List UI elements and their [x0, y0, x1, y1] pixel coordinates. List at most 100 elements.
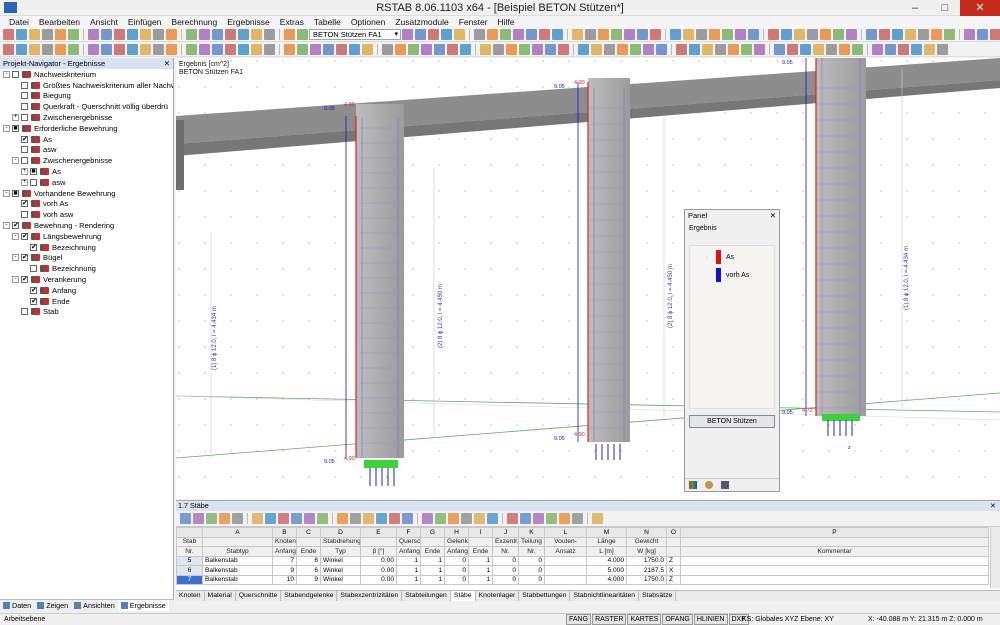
toolbar-tool-icon[interactable] — [768, 29, 779, 40]
toolbar-tool-icon[interactable] — [428, 29, 439, 40]
table-tab-10[interactable]: Stabsätze — [639, 591, 677, 601]
tree-checkbox[interactable]: ✔ — [30, 243, 37, 251]
table-tool-icon[interactable] — [461, 513, 472, 524]
toolbar-tool-icon[interactable] — [643, 44, 654, 55]
menu-9[interactable]: Zusatzmodule — [390, 17, 453, 27]
toolbar-tool-icon[interactable] — [55, 44, 66, 55]
expand-toggle-icon[interactable]: + — [12, 114, 19, 122]
table-header-row[interactable]: Nr. Stabtyp Anfang Ende Typ β [°] Anfang Ende An… — [176, 546, 989, 557]
toolbar-tool-icon[interactable] — [238, 44, 249, 55]
toolbar-tool-icon[interactable] — [526, 29, 537, 40]
tree-checkbox[interactable] — [21, 103, 28, 111]
table-tab-5[interactable]: Stabteilungen — [402, 591, 451, 601]
toolbar-tool-icon[interactable] — [323, 44, 334, 55]
toolbar-tool-icon[interactable] — [264, 44, 275, 55]
toolbar-tool-icon[interactable] — [251, 29, 262, 40]
toolbar-tool-icon[interactable] — [199, 44, 210, 55]
tree-checkbox[interactable] — [21, 157, 28, 165]
toolbar-tool-icon[interactable] — [833, 29, 844, 40]
tree-checkbox[interactable]: ✔ — [30, 286, 37, 294]
toolbar-tool-icon[interactable] — [689, 44, 700, 55]
expand-toggle-icon[interactable]: - — [3, 124, 10, 132]
table-cell[interactable]: Balkenstab — [202, 565, 273, 576]
toolbar-tool-icon[interactable] — [434, 44, 445, 55]
toolbar-tool-icon[interactable] — [852, 44, 863, 55]
table-tool-icon[interactable] — [389, 513, 400, 524]
table-cell[interactable] — [680, 555, 989, 566]
navigator-tab-0[interactable]: Daten — [0, 600, 34, 611]
table-tool-icon[interactable] — [193, 513, 204, 524]
toolbar-tool-icon[interactable] — [415, 29, 426, 40]
table-cell[interactable]: 1 — [468, 574, 493, 585]
tree-checkbox[interactable]: ✔ — [21, 276, 28, 284]
table-tab-7[interactable]: Knotenlager — [476, 591, 520, 601]
table-cell[interactable]: 10 — [272, 574, 297, 585]
tree-item[interactable]: - ✔ Bügel — [0, 253, 173, 264]
tree-checkbox[interactable]: ✔ — [21, 254, 28, 262]
toolbar-tool-icon[interactable] — [572, 29, 583, 40]
toolbar-tool-icon[interactable] — [918, 29, 929, 40]
close-button[interactable]: ✕ — [960, 0, 1000, 16]
table-tool-icon[interactable] — [435, 513, 446, 524]
navigator-close-icon[interactable]: ✕ — [164, 58, 173, 69]
toolbar-tool-icon[interactable] — [696, 29, 707, 40]
status-toggle-3[interactable]: OFANG — [662, 614, 693, 625]
table-cell[interactable]: 9 — [296, 574, 321, 585]
tree-item[interactable]: Stab — [0, 307, 173, 318]
toolbar-tool-icon[interactable] — [670, 29, 681, 40]
tree-checkbox[interactable] — [21, 211, 28, 219]
table-cell[interactable]: 9 — [272, 565, 297, 576]
expand-toggle-icon[interactable]: + — [21, 168, 28, 176]
table-cell[interactable]: 1 — [396, 555, 421, 566]
table-tool-icon[interactable] — [337, 513, 348, 524]
menu-1[interactable]: Bearbeiten — [34, 17, 85, 27]
toolbar-tool-icon[interactable] — [937, 44, 948, 55]
toolbar-tool-icon[interactable] — [454, 29, 465, 40]
tree-item[interactable]: Größtes Nachweiskriterium aller Nachw — [0, 80, 173, 91]
table-cell[interactable]: 1750.0 — [626, 555, 667, 566]
table-scrollbar[interactable] — [990, 527, 1000, 588]
expand-toggle-icon[interactable]: - — [12, 254, 19, 262]
toolbar-tool-icon[interactable] — [238, 29, 249, 40]
toolbar-tool-icon[interactable] — [42, 44, 53, 55]
table-cell[interactable]: Balkenstab — [202, 555, 273, 566]
navigator-tab-2[interactable]: Ansichten — [71, 600, 118, 611]
toolbar-tool-icon[interactable] — [702, 44, 713, 55]
toolbar-tool-icon[interactable] — [251, 44, 262, 55]
table-tool-icon[interactable] — [572, 513, 583, 524]
panel-close-icon[interactable]: ✕ — [770, 210, 776, 222]
toolbar-tool-icon[interactable] — [532, 44, 543, 55]
toolbar-tool-icon[interactable] — [748, 29, 759, 40]
menu-7[interactable]: Tabelle — [309, 17, 346, 27]
toolbar-tool-icon[interactable] — [506, 44, 517, 55]
tree-item[interactable]: ✔ Bezeichnung — [0, 242, 173, 253]
tree-checkbox[interactable] — [21, 92, 28, 100]
toolbar-tool-icon[interactable] — [68, 29, 79, 40]
table-tool-icon[interactable] — [592, 513, 603, 524]
table-tab-1[interactable]: Material — [205, 591, 236, 601]
toolbar-tool-icon[interactable] — [336, 44, 347, 55]
table-cell[interactable]: 7 — [176, 574, 203, 585]
table-cell[interactable]: 1 — [396, 565, 421, 576]
table-cell[interactable] — [544, 555, 587, 566]
toolbar-tool-icon[interactable] — [68, 44, 79, 55]
table-tool-icon[interactable] — [559, 513, 570, 524]
table-cell[interactable]: 4.000 — [586, 555, 627, 566]
table-cell[interactable]: Winkel — [320, 565, 361, 576]
table-cell[interactable]: 1 — [420, 574, 445, 585]
column-letters-row[interactable]: ABCDEFGHIJKLMNOP — [176, 527, 989, 538]
tree-item[interactable]: asw — [0, 145, 173, 156]
minimize-button[interactable]: – — [900, 0, 930, 16]
table-cell[interactable]: 1 — [468, 555, 493, 566]
toolbar-tool-icon[interactable] — [990, 29, 1000, 40]
toolbar-tool-icon[interactable] — [310, 44, 321, 55]
toolbar-tool-icon[interactable] — [611, 29, 622, 40]
status-toggle-0[interactable]: FANG — [566, 614, 592, 625]
toolbar-tool-icon[interactable] — [735, 29, 746, 40]
table-cell[interactable]: 1 — [396, 574, 421, 585]
tree-item[interactable]: - ✔ Verankerung — [0, 274, 173, 285]
table-cell[interactable]: 1 — [420, 565, 445, 576]
tree-item[interactable]: - ■ Erforderliche Bewehrung — [0, 123, 173, 134]
toolbar-tool-icon[interactable] — [807, 29, 818, 40]
palette-icon[interactable] — [689, 481, 697, 489]
